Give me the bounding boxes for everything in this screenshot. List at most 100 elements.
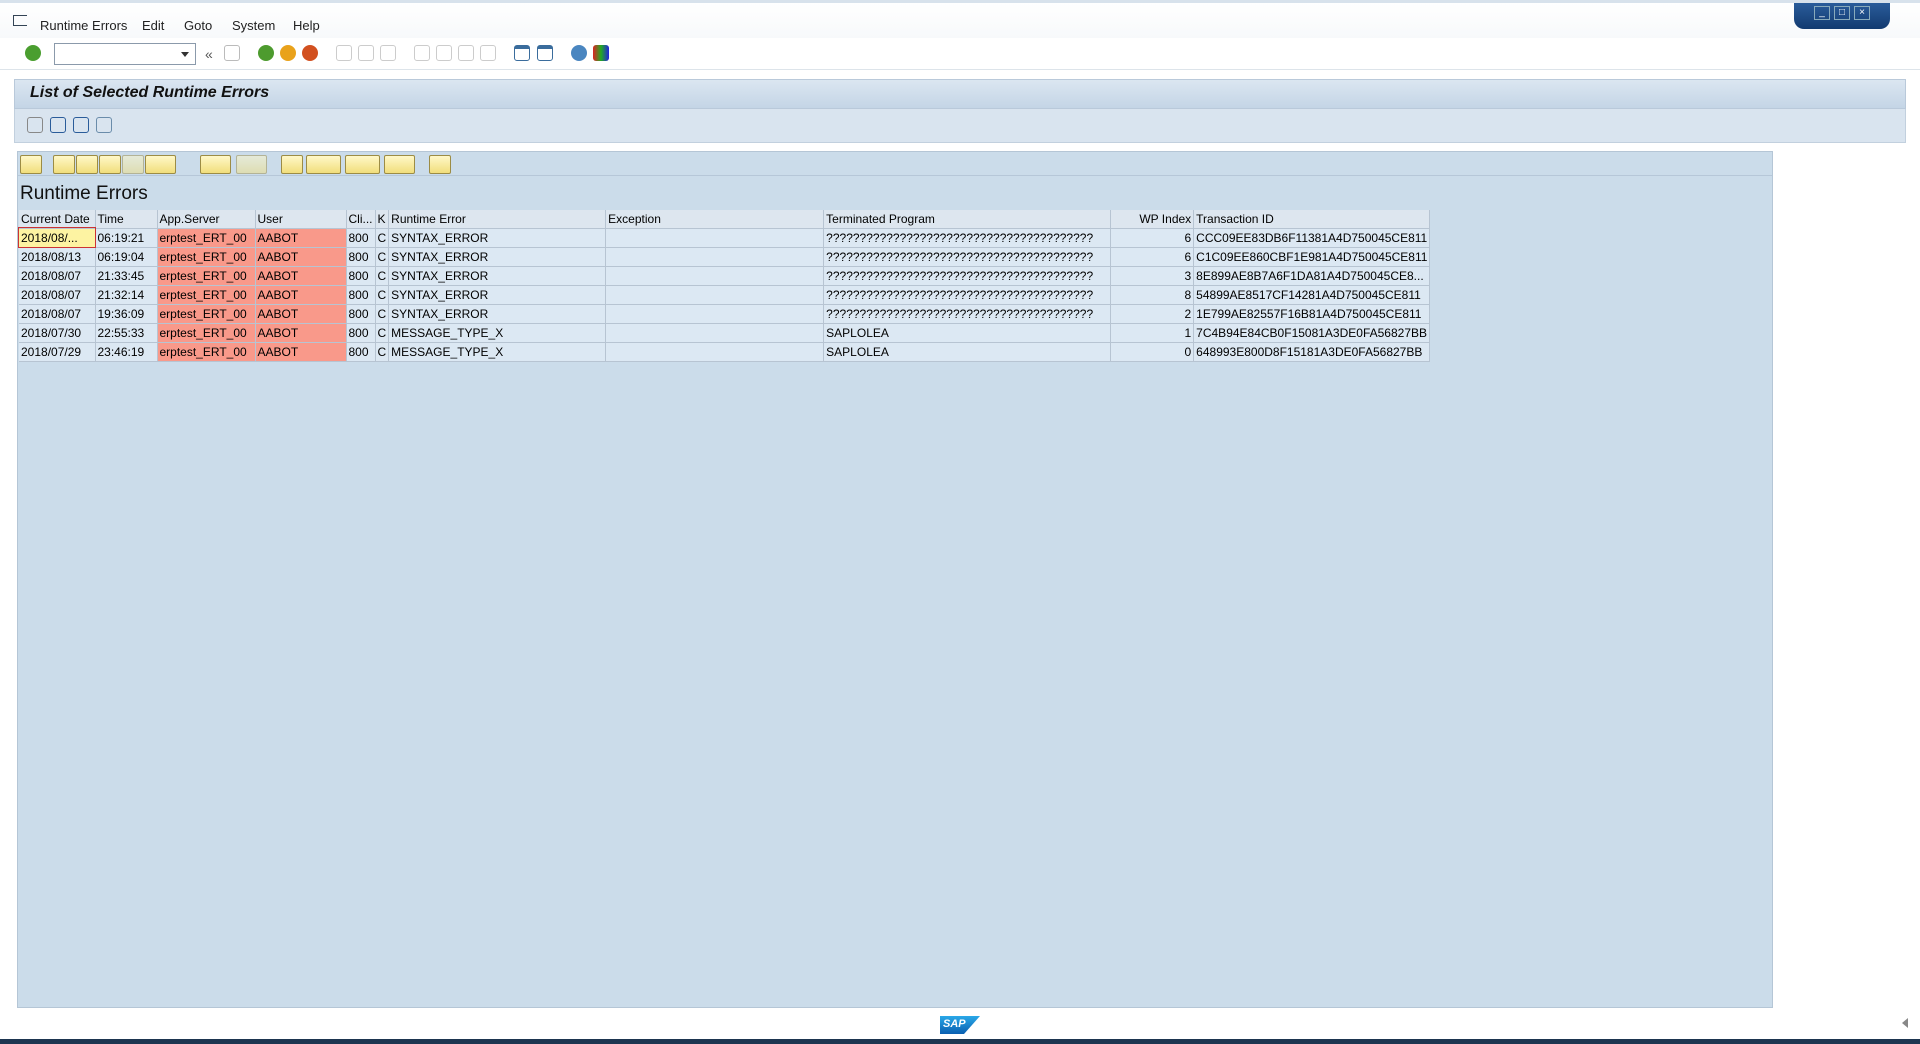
cell-current-date[interactable]: 2018/08/... <box>18 227 96 248</box>
menu-runtime-errors[interactable]: Runtime Errors <box>40 18 127 33</box>
table-row[interactable]: 2018/07/30 22:55:33 erptest_ERT_00 AABOT 800… <box>19 323 1431 343</box>
cell-transaction-id[interactable]: 1E799AE82557F16B81A4D750045CE811 <box>1193 304 1431 324</box>
first-page-icon[interactable] <box>414 45 430 61</box>
new-session-icon[interactable] <box>514 45 530 61</box>
cell-k[interactable]: C <box>375 266 390 286</box>
cell-k[interactable]: C <box>375 285 390 305</box>
cell-app-server[interactable]: erptest_ERT_00 <box>157 285 256 305</box>
cell-time[interactable]: 21:33:45 <box>95 266 158 286</box>
cell-time[interactable]: 19:36:09 <box>95 304 158 324</box>
command-field[interactable] <box>54 43 196 65</box>
table-row[interactable]: 2018/08/07 19:36:09 erptest_ERT_00 AABOT 800… <box>19 304 1431 324</box>
cell-client[interactable]: 800 <box>346 266 376 286</box>
info-button[interactable] <box>429 155 451 174</box>
filter-button[interactable] <box>145 155 176 174</box>
cell-current-date[interactable]: 2018/07/30 <box>19 323 96 343</box>
cell-k[interactable]: C <box>375 323 390 343</box>
cell-runtime-error[interactable]: SYNTAX_ERROR <box>388 228 607 248</box>
cell-client[interactable]: 800 <box>346 304 376 324</box>
cell-terminated-program[interactable]: ???????????????????????????????????????? <box>823 247 1112 267</box>
cell-app-server[interactable]: erptest_ERT_00 <box>157 266 256 286</box>
table-row[interactable]: 2018/08/13 06:19:04 erptest_ERT_00 AABOT 800… <box>19 247 1431 267</box>
cell-transaction-id[interactable]: C1C09EE860CBF1E981A4D750045CE811 <box>1193 247 1431 267</box>
display-icon[interactable] <box>27 117 43 133</box>
cell-terminated-program[interactable]: ???????????????????????????????????????? <box>823 228 1112 248</box>
cell-exception[interactable] <box>605 285 825 305</box>
database-display-icon[interactable] <box>96 117 112 133</box>
column-header-client[interactable]: Cli... <box>346 210 376 229</box>
cell-wp-index[interactable]: 1 <box>1110 323 1195 343</box>
cell-client[interactable]: 800 <box>346 228 376 248</box>
cell-wp-index[interactable]: 3 <box>1110 266 1195 286</box>
cell-app-server[interactable]: erptest_ERT_00 <box>157 323 256 343</box>
sort-ascending-button[interactable] <box>53 155 75 174</box>
cell-exception[interactable] <box>605 342 825 362</box>
exit-icon[interactable] <box>280 45 296 61</box>
find-next-icon[interactable] <box>380 45 396 61</box>
layout-button[interactable] <box>384 155 415 174</box>
restore-icon[interactable]: □ <box>1834 6 1850 20</box>
cell-terminated-program[interactable]: SAPLOLEA <box>823 323 1112 343</box>
cell-exception[interactable] <box>605 323 825 343</box>
cell-runtime-error[interactable]: SYNTAX_ERROR <box>388 266 607 286</box>
cell-exception[interactable] <box>605 228 825 248</box>
cell-client[interactable]: 800 <box>346 323 376 343</box>
column-header-current-date[interactable]: Current Date <box>19 210 96 229</box>
column-header-transaction-id[interactable]: Transaction ID <box>1193 210 1431 229</box>
column-header-time[interactable]: Time <box>95 210 158 229</box>
cell-user[interactable]: AABOT <box>255 266 347 286</box>
close-icon[interactable]: × <box>1854 6 1870 20</box>
cell-current-date[interactable]: 2018/08/07 <box>19 285 96 305</box>
cell-terminated-program[interactable]: SAPLOLEA <box>823 342 1112 362</box>
back-icon[interactable] <box>258 45 274 61</box>
cell-current-date[interactable]: 2018/07/29 <box>19 342 96 362</box>
save-icon[interactable] <box>224 45 240 61</box>
cell-transaction-id[interactable]: 648993E800D8F15181A3DE0FA56827BB <box>1193 342 1431 362</box>
cell-current-date[interactable]: 2018/08/13 <box>19 247 96 267</box>
cell-app-server[interactable]: erptest_ERT_00 <box>157 304 256 324</box>
cell-terminated-program[interactable]: ???????????????????????????????????????? <box>823 266 1112 286</box>
find-button[interactable] <box>99 155 121 174</box>
cell-wp-index[interactable]: 6 <box>1110 228 1195 248</box>
total-button[interactable] <box>200 155 231 174</box>
cell-time[interactable]: 22:55:33 <box>95 323 158 343</box>
previous-page-icon[interactable] <box>436 45 452 61</box>
cell-user[interactable]: AABOT <box>255 285 347 305</box>
cell-runtime-error[interactable]: SYNTAX_ERROR <box>388 247 607 267</box>
print-icon[interactable] <box>336 45 352 61</box>
customize-layout-icon[interactable] <box>593 45 609 61</box>
subtotal-button[interactable] <box>236 155 267 174</box>
cell-client[interactable]: 800 <box>346 342 376 362</box>
cell-terminated-program[interactable]: ???????????????????????????????????????? <box>823 285 1112 305</box>
cell-current-date[interactable]: 2018/08/07 <box>19 304 96 324</box>
cell-transaction-id[interactable]: 8E899AE8B7A6F1DA81A4D750045CE8... <box>1193 266 1431 286</box>
cancel-icon[interactable] <box>302 45 318 61</box>
table-row[interactable]: 2018/08/07 21:33:45 erptest_ERT_00 AABOT 800… <box>19 266 1431 286</box>
expand-status-icon[interactable] <box>1897 1018 1908 1028</box>
cell-k[interactable]: C <box>375 304 390 324</box>
cell-user[interactable]: AABOT <box>255 342 347 362</box>
column-header-k[interactable]: K <box>375 210 390 229</box>
cell-time[interactable]: 06:19:21 <box>95 228 158 248</box>
shortcut-icon[interactable] <box>537 45 553 61</box>
minimize-icon[interactable]: _ <box>1814 6 1830 20</box>
column-header-wp-index[interactable]: WP Index <box>1110 210 1195 229</box>
cell-app-server[interactable]: erptest_ERT_00 <box>157 228 256 248</box>
table-row[interactable]: 2018/08/07 21:32:14 erptest_ERT_00 AABOT 800… <box>19 285 1431 305</box>
menu-system[interactable]: System <box>232 18 275 33</box>
cell-user[interactable]: AABOT <box>255 304 347 324</box>
menu-edit[interactable]: Edit <box>142 18 164 33</box>
find-next-button[interactable] <box>122 155 144 174</box>
sort-descending-button[interactable] <box>76 155 98 174</box>
table-row[interactable]: 2018/08/... 06:19:21 erptest_ERT_00 AABOT 80… <box>18 227 1431 248</box>
export-button[interactable] <box>345 155 380 174</box>
cell-transaction-id[interactable]: 7C4B94E84CB0F15081A3DE0FA56827BB <box>1193 323 1431 343</box>
cell-user[interactable]: AABOT <box>255 323 347 343</box>
cell-exception[interactable] <box>605 304 825 324</box>
column-header-runtime-error[interactable]: Runtime Error <box>388 210 607 229</box>
cell-k[interactable]: C <box>375 342 390 362</box>
help-icon[interactable] <box>571 45 587 61</box>
cell-user[interactable]: AABOT <box>255 228 347 248</box>
cell-wp-index[interactable]: 8 <box>1110 285 1195 305</box>
cell-wp-index[interactable]: 0 <box>1110 342 1195 362</box>
